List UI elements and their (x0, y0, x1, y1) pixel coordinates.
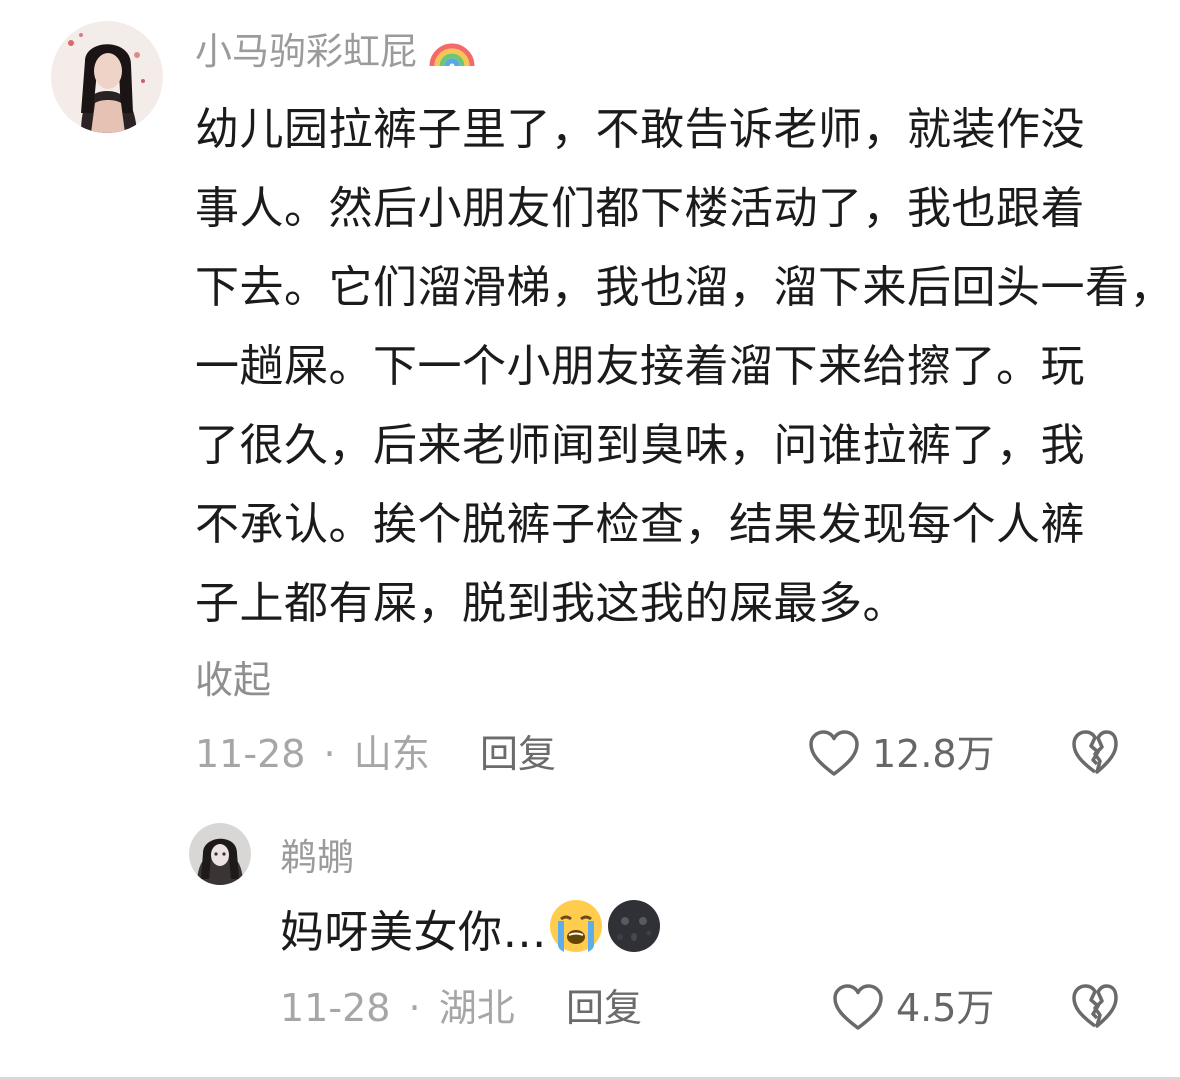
meta-separator: · (323, 732, 336, 776)
username[interactable]: 小马驹彩虹屁 (195, 30, 475, 72)
like-button[interactable]: 12.8万 (808, 730, 995, 778)
comment-line: 子上都有屎，脱到我这我的屎最多。 (195, 578, 907, 629)
comment-date: 11-28 (195, 732, 306, 776)
dislike-button[interactable] (1071, 730, 1119, 780)
comment-text: 幼儿园拉裤子里了，不敢告诉老师，就装作没 事人。然后小朋友们都下楼活动了，我也跟… (195, 90, 1174, 643)
loudly-crying-face-icon (550, 900, 602, 952)
avatar[interactable] (51, 21, 163, 133)
avatar[interactable] (189, 823, 251, 885)
comment-line: 幼儿园拉裤子里了，不敢告诉老师，就装作没 (195, 104, 1085, 155)
comment-line: 事人。然后小朋友们都下楼活动了，我也跟着 (195, 183, 1085, 234)
reply-button[interactable]: 回复 (566, 988, 642, 1028)
comment-meta: 11-28 · 湖北 (280, 988, 515, 1028)
username[interactable]: 鹈鹕 (280, 838, 354, 878)
comment-location: 湖北 (438, 986, 515, 1030)
like-button[interactable]: 4.5万 (832, 984, 994, 1032)
dislike-button[interactable] (1071, 984, 1119, 1034)
like-count: 4.5万 (896, 986, 995, 1030)
comment-line: 妈呀美女你… (280, 893, 663, 972)
reply-button[interactable]: 回复 (480, 734, 556, 774)
comment-text: 妈呀美女你… (280, 893, 663, 972)
collapse-button[interactable]: 收起 (195, 660, 271, 700)
broken-heart-icon (1072, 730, 1118, 774)
comment-meta: 11-28 · 山东 (195, 734, 430, 774)
comment-line: 下去。它们溜滑梯，我也溜，溜下来后回头一看， (195, 262, 1174, 313)
comment-line: 不承认。挨个脱裤子检查，结果发现每个人裤 (195, 499, 1085, 550)
rainbow-icon (429, 43, 475, 67)
comment-date: 11-28 (280, 986, 391, 1030)
like-count: 12.8万 (872, 732, 995, 776)
heart-icon (833, 984, 883, 1030)
meta-separator: · (408, 986, 421, 1030)
new-moon-face-icon (608, 900, 660, 952)
comment-body: 妈呀美女你… (280, 907, 547, 958)
comment-line: 了很久，后来老师闻到臭味，问谁拉裤了，我 (195, 420, 1085, 471)
comment-location: 山东 (353, 732, 430, 776)
broken-heart-icon (1072, 984, 1118, 1028)
heart-icon (809, 730, 859, 776)
username-text[interactable]: 小马驹彩虹屁 (195, 30, 417, 73)
comment-line: 一趟屎。下一个小朋友接着溜下来给擦了。玩 (195, 341, 1085, 392)
